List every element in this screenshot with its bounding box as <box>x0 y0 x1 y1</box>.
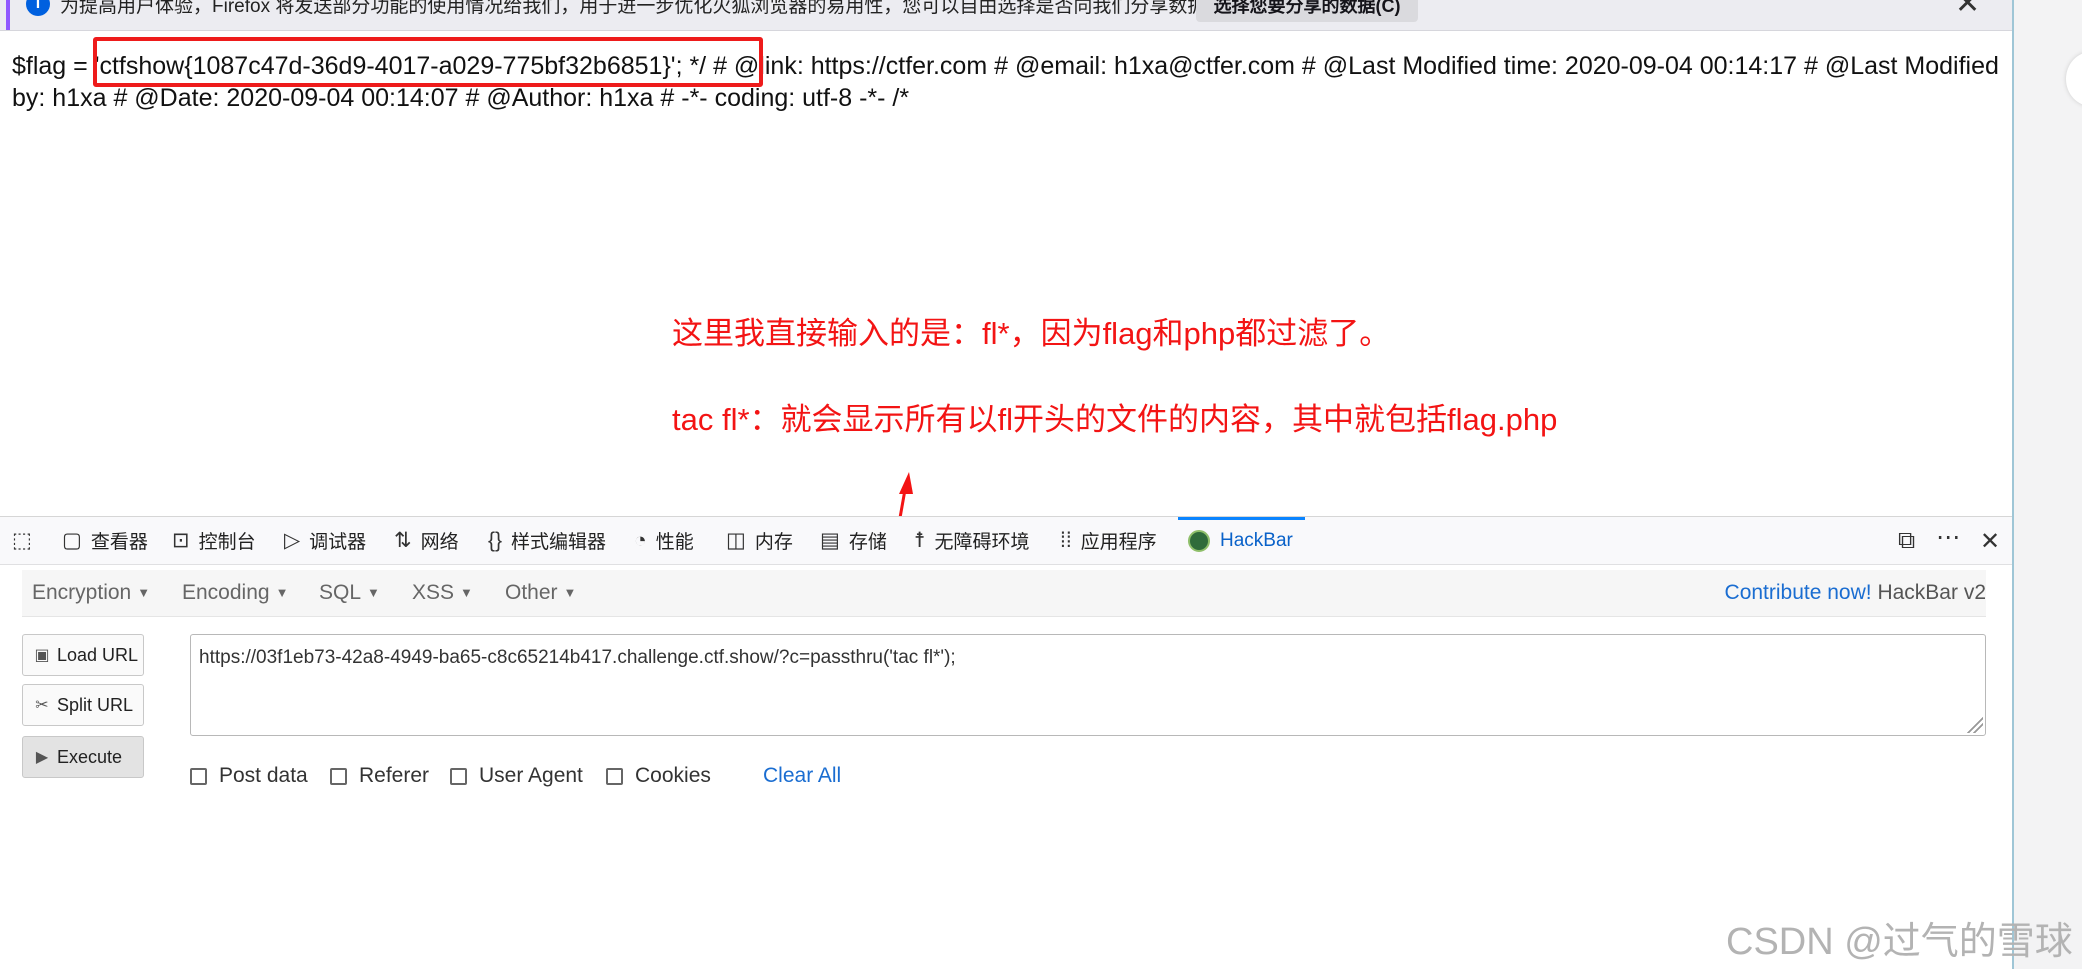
inspector-icon: ▢ <box>62 529 82 552</box>
devtools-tabbar: ⬚ ▢ 查看器 ⊡ 控制台 ▷ 调试器 ⇅ 网络 {} 样式编辑器 ◔ 性能 ◫ 内存 ▤ 存储… <box>0 517 2012 565</box>
cookies-checkbox[interactable] <box>606 767 623 785</box>
browser-sidebar-edge <box>2012 0 2082 969</box>
notification-bar: i 为提高用户体验，Firefox 将发送部分功能的使用情况给我们，用于进一步优… <box>0 0 2012 31</box>
tab-style-editor[interactable]: {} 样式编辑器 <box>488 517 606 564</box>
button-label: Load URL <box>57 644 139 665</box>
tab-label: 应用程序 <box>1080 532 1157 553</box>
choose-data-button[interactable]: 选择您要分享的数据(C) <box>1196 0 1418 22</box>
execute-button[interactable]: ▶ Execute <box>22 736 144 778</box>
hackbar-menu: Encryption ▼ Encoding ▼ SQL ▼ XSS ▼ Other ▼ C… <box>22 570 1986 617</box>
tab-memory[interactable]: ◫ 内存 <box>726 517 793 564</box>
style-editor-icon: {} <box>488 528 503 552</box>
hackbar-version: HackBar v2 <box>1871 581 1986 604</box>
user-agent-option[interactable]: User Agent <box>450 764 583 788</box>
sidebar-knob[interactable] <box>2066 52 2082 106</box>
split-url-button[interactable]: ✂ Split URL <box>22 684 144 726</box>
contribute-area: Contribute now! HackBar v2 <box>1725 570 1986 616</box>
menu-label: SQL <box>319 581 362 604</box>
tab-storage[interactable]: ▤ 存储 <box>820 517 887 564</box>
menu-sql[interactable]: SQL ▼ <box>319 570 380 616</box>
more-options-icon[interactable]: ⋯ <box>1936 523 1960 552</box>
tab-inspector[interactable]: ▢ 查看器 <box>62 517 148 564</box>
load-url-icon: ▣ <box>34 647 50 664</box>
annotation-line-1: 这里我直接输入的是：fl*，因为flag和php都过滤了。 <box>672 316 1391 351</box>
user-agent-checkbox[interactable] <box>450 767 467 785</box>
storage-icon: ▤ <box>820 529 840 552</box>
referer-option[interactable]: Referer <box>330 764 429 788</box>
tab-accessibility[interactable]: ☨ 无障碍环境 <box>914 517 1029 564</box>
tab-label: 性能 <box>655 532 694 553</box>
dock-toggle-icon[interactable]: ⧉ <box>1898 527 1915 555</box>
tab-console[interactable]: ⊡ 控制台 <box>172 517 256 564</box>
tab-label: 内存 <box>754 532 793 553</box>
network-icon: ⇅ <box>394 529 412 552</box>
load-url-button[interactable]: ▣ Load URL <box>22 634 144 676</box>
split-url-icon: ✂ <box>35 697 49 714</box>
tab-hackbar[interactable]: HackBar <box>1178 517 1305 564</box>
close-devtools-icon[interactable]: ✕ <box>1980 527 2000 556</box>
tab-application[interactable]: ⁞⁞ 应用程序 <box>1060 517 1157 564</box>
watermark: CSDN @过气的雪球 <box>1726 921 2073 963</box>
flag-var: $flag = <box>12 52 95 80</box>
tab-label: 无障碍环境 <box>934 532 1030 553</box>
option-label: Post data <box>219 764 308 787</box>
option-label: Referer <box>359 764 430 787</box>
console-icon: ⊡ <box>172 529 190 552</box>
tab-label: 存储 <box>848 532 887 553</box>
menu-other[interactable]: Other ▼ <box>505 570 576 616</box>
tab-label: 调试器 <box>309 532 367 553</box>
chevron-down-icon: ▼ <box>275 585 289 601</box>
menu-label: Encryption <box>32 581 132 604</box>
element-picker-icon[interactable]: ⬚ <box>12 517 41 564</box>
chevron-down-icon: ▼ <box>563 585 577 601</box>
url-text: https://03f1eb73-42a8-4949-ba65-c8c65214… <box>199 647 956 668</box>
clear-all-link[interactable]: Clear All <box>763 764 841 788</box>
performance-icon: ◔ <box>634 528 647 552</box>
menu-label: XSS <box>412 581 455 604</box>
cookies-option[interactable]: Cookies <box>606 764 711 788</box>
menu-label: Other <box>505 581 558 604</box>
accessibility-icon: ☨ <box>914 529 926 552</box>
menu-encoding[interactable]: Encoding ▼ <box>182 570 288 616</box>
tab-network[interactable]: ⇅ 网络 <box>394 517 459 564</box>
tab-debugger[interactable]: ▷ 调试器 <box>284 517 366 564</box>
tab-label: HackBar <box>1220 529 1293 551</box>
info-icon: i <box>26 0 50 16</box>
menu-encryption[interactable]: Encryption ▼ <box>32 570 150 616</box>
url-input[interactable]: https://03f1eb73-42a8-4949-ba65-c8c65214… <box>190 634 1986 736</box>
debugger-icon: ▷ <box>284 529 301 552</box>
option-label: Cookies <box>635 764 711 787</box>
tab-label: 网络 <box>420 532 459 553</box>
memory-icon: ◫ <box>726 529 746 552</box>
button-label: Execute <box>57 746 123 767</box>
chevron-down-icon: ▼ <box>367 585 380 601</box>
flag-highlight-box <box>93 37 763 87</box>
contribute-link[interactable]: Contribute now! <box>1725 581 1872 604</box>
application-icon: ⁞⁞ <box>1060 528 1072 552</box>
close-icon[interactable]: ✕ <box>1955 0 1980 21</box>
button-label: Split URL <box>57 694 134 715</box>
play-icon: ▶ <box>35 749 49 766</box>
active-tab-underline <box>1178 517 1305 520</box>
referer-checkbox[interactable] <box>330 767 347 785</box>
resize-handle-icon[interactable] <box>1965 715 1983 733</box>
chevron-down-icon: ▼ <box>137 585 151 601</box>
tab-label: 查看器 <box>90 532 148 553</box>
hackbar-icon <box>1188 529 1210 552</box>
chevron-down-icon: ▼ <box>460 585 473 601</box>
tab-label: 样式编辑器 <box>511 532 607 553</box>
notification-message: 为提高用户体验，Firefox 将发送部分功能的使用情况给我们，用于进一步优化火… <box>60 0 1226 17</box>
annotation-line-2: tac fl*：就会显示所有以fl开头的文件的内容，其中就包括flag.php <box>672 402 1558 437</box>
post-data-checkbox[interactable] <box>190 767 207 785</box>
notification-accent <box>6 0 10 30</box>
menu-label: Encoding <box>182 581 270 604</box>
tab-performance[interactable]: ◔ 性能 <box>634 517 694 564</box>
option-label: User Agent <box>479 764 583 787</box>
tab-label: 控制台 <box>198 532 256 553</box>
post-data-option[interactable]: Post data <box>190 764 308 788</box>
menu-xss[interactable]: XSS ▼ <box>412 570 473 616</box>
